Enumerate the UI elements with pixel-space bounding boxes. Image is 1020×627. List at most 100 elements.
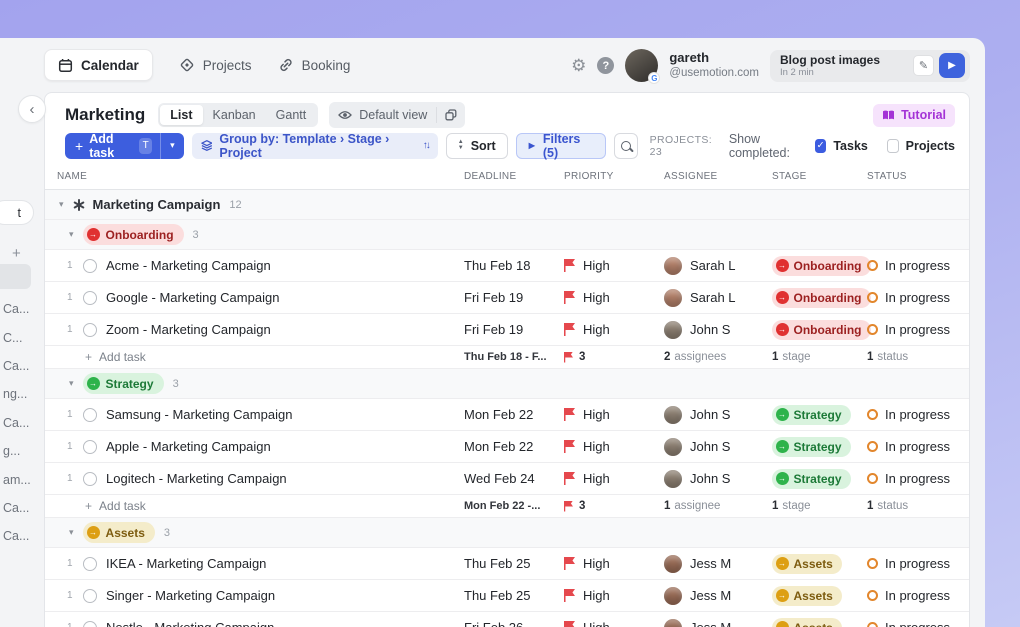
collapse-triangle-icon[interactable]: ▾ <box>69 527 74 538</box>
tab-list[interactable]: List <box>160 105 202 125</box>
col-assignee[interactable]: ASSIGNEE <box>664 171 772 182</box>
assignee-cell[interactable]: Jess M <box>664 587 772 605</box>
priority-cell[interactable]: High <box>564 471 664 486</box>
stage-header-assets[interactable]: ▾ →Assets 3 <box>45 518 969 548</box>
tab-projects[interactable]: Projects <box>179 49 252 81</box>
assignee-cell[interactable]: Jess M <box>664 555 772 573</box>
task-name[interactable]: Zoom - Marketing Campaign <box>106 322 271 337</box>
task-complete-circle[interactable] <box>83 557 97 571</box>
stage-cell[interactable]: →Assets <box>772 618 867 627</box>
stage-cell[interactable]: →Assets <box>772 554 867 574</box>
status-cell[interactable]: In progress <box>867 439 969 454</box>
collapse-sidebar-button[interactable]: ‹ <box>18 95 46 123</box>
priority-cell[interactable]: High <box>564 439 664 454</box>
stage-cell[interactable]: →Strategy <box>772 469 867 489</box>
table-row[interactable]: 1Logitech - Marketing Campaign Wed Feb 2… <box>45 463 969 495</box>
task-complete-circle[interactable] <box>83 440 97 454</box>
sidebar-item[interactable]: g... <box>0 437 34 465</box>
start-task-button[interactable]: ▶ <box>939 53 965 78</box>
edit-button[interactable]: ✎ <box>913 55 934 76</box>
table-row[interactable]: 1Apple - Marketing Campaign Mon Feb 22 H… <box>45 431 969 463</box>
upcoming-task-card[interactable]: Blog post images In 2 min ✎ ▶ <box>770 50 970 82</box>
group-header-marketing-campaign[interactable]: ▾ Marketing Campaign 12 <box>45 190 969 220</box>
search-button[interactable] <box>614 133 638 159</box>
task-name[interactable]: IKEA - Marketing Campaign <box>106 556 266 571</box>
priority-cell[interactable]: High <box>564 322 664 337</box>
sidebar-active-item[interactable] <box>0 264 31 289</box>
task-complete-circle[interactable] <box>83 259 97 273</box>
group-by-button[interactable]: Group by: Template › Stage › Project ↑↓ <box>192 133 438 159</box>
sidebar-item[interactable]: Ca... <box>0 409 34 437</box>
task-complete-circle[interactable] <box>83 291 97 305</box>
table-row[interactable]: 1Google - Marketing Campaign Fri Feb 19 … <box>45 282 969 314</box>
add-task-row-button[interactable]: +Add task <box>45 350 464 364</box>
priority-cell[interactable]: High <box>564 588 664 603</box>
stage-cell[interactable]: →Strategy <box>772 437 867 457</box>
assignee-cell[interactable]: Sarah L <box>664 289 772 307</box>
default-view-button[interactable]: Default view <box>329 108 436 122</box>
table-row-partial[interactable]: 1Nestle - Marketing Campaign Fri Feb 26 … <box>45 612 969 627</box>
task-name[interactable]: Google - Marketing Campaign <box>106 290 279 305</box>
task-name[interactable]: Apple - Marketing Campaign <box>106 439 271 454</box>
col-priority[interactable]: PRIORITY <box>564 171 664 182</box>
col-status[interactable]: STATUS <box>867 171 969 182</box>
status-cell[interactable]: In progress <box>867 556 969 571</box>
deadline-cell[interactable]: Fri Feb 19 <box>464 290 564 305</box>
task-complete-circle[interactable] <box>83 408 97 422</box>
tab-kanban[interactable]: Kanban <box>203 105 266 125</box>
deadline-cell[interactable]: Thu Feb 25 <box>464 556 564 571</box>
status-cell[interactable]: In progress <box>867 258 969 273</box>
projects-checkbox-label[interactable]: Projects <box>906 139 955 153</box>
table-row[interactable]: 1Acme - Marketing Campaign Thu Feb 18 Hi… <box>45 250 969 282</box>
status-cell[interactable]: In progress <box>867 588 969 603</box>
tutorial-button[interactable]: Tutorial <box>873 104 955 127</box>
add-task-button[interactable]: + Add task T <box>65 133 160 159</box>
tasks-checkbox[interactable]: ✓ <box>815 139 827 153</box>
status-cell[interactable]: In progress <box>867 471 969 486</box>
settings-gear-icon[interactable]: ⚙ <box>571 57 586 74</box>
assignee-cell[interactable]: John S <box>664 321 772 339</box>
task-name[interactable]: Singer - Marketing Campaign <box>106 588 275 603</box>
priority-cell[interactable]: High <box>564 556 664 571</box>
tab-gantt[interactable]: Gantt <box>266 105 317 125</box>
priority-cell[interactable]: High <box>564 290 664 305</box>
table-row[interactable]: 1Zoom - Marketing Campaign Fri Feb 19 Hi… <box>45 314 969 346</box>
deadline-cell[interactable]: Mon Feb 22 <box>464 407 564 422</box>
stage-cell[interactable]: →Strategy <box>772 405 867 425</box>
table-row[interactable]: 1Samsung - Marketing Campaign Mon Feb 22… <box>45 399 969 431</box>
stage-cell[interactable]: →Onboarding <box>772 256 867 276</box>
priority-cell[interactable]: High <box>564 258 664 273</box>
sort-button[interactable]: ▲▼ Sort <box>446 133 508 159</box>
assignee-cell[interactable]: Sarah L <box>664 257 772 275</box>
sidebar-item[interactable]: C... <box>0 323 34 351</box>
tab-booking[interactable]: Booking <box>278 49 351 81</box>
status-cell[interactable]: In progress <box>867 322 969 337</box>
stage-cell[interactable]: →Assets <box>772 586 867 606</box>
status-cell[interactable]: In progress <box>867 620 969 627</box>
help-icon[interactable]: ? <box>597 57 614 74</box>
table-row[interactable]: 1Singer - Marketing Campaign Thu Feb 25 … <box>45 580 969 612</box>
add-task-row-button[interactable]: +Add task <box>45 499 464 513</box>
sidebar-item[interactable]: am... <box>0 465 34 493</box>
deadline-cell[interactable]: Fri Feb 26 <box>464 620 564 627</box>
task-name[interactable]: Samsung - Marketing Campaign <box>106 407 292 422</box>
tab-calendar[interactable]: Calendar <box>44 49 153 81</box>
stage-cell[interactable]: →Onboarding <box>772 288 867 308</box>
col-stage[interactable]: STAGE <box>772 171 867 182</box>
collapse-triangle-icon[interactable]: ▾ <box>69 378 74 389</box>
task-complete-circle[interactable] <box>83 323 97 337</box>
task-complete-circle[interactable] <box>83 472 97 486</box>
sidebar-item[interactable]: Ca... <box>0 352 34 380</box>
priority-cell[interactable]: High <box>564 407 664 422</box>
status-cell[interactable]: In progress <box>867 290 969 305</box>
task-complete-circle[interactable] <box>83 621 97 627</box>
status-cell[interactable]: In progress <box>867 407 969 422</box>
duplicate-view-button[interactable] <box>437 109 465 121</box>
sidebar-add-icon[interactable]: + <box>12 245 21 262</box>
assignee-cell[interactable]: Jess M <box>664 619 772 627</box>
task-name[interactable]: Nestle - Marketing Campaign <box>106 620 274 627</box>
sidebar-item[interactable]: Ca... <box>0 494 34 522</box>
sidebar-item[interactable]: ng... <box>0 380 34 408</box>
tasks-checkbox-label[interactable]: Tasks <box>833 139 868 153</box>
table-row[interactable]: 1IKEA - Marketing Campaign Thu Feb 25 Hi… <box>45 548 969 580</box>
